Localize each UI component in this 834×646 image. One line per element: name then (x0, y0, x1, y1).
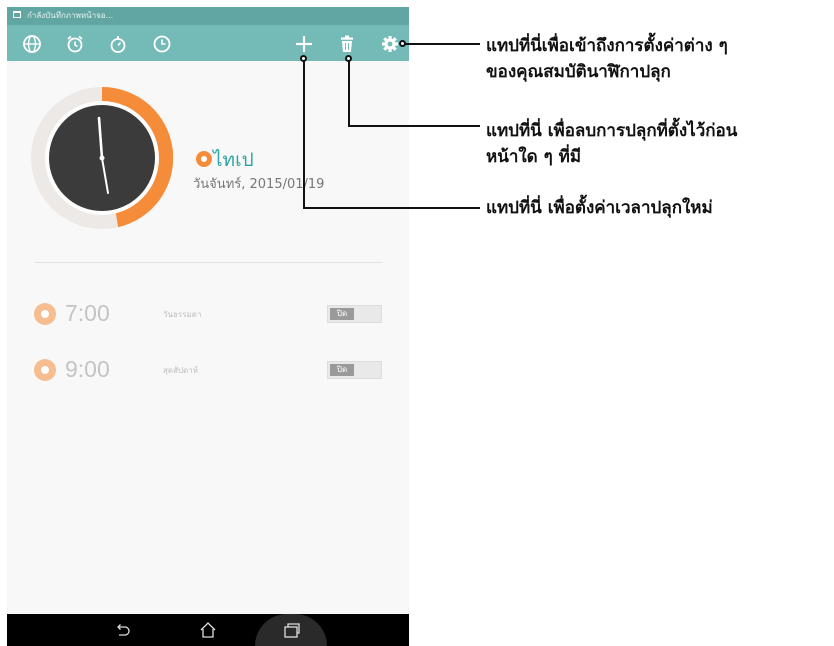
alarm-repeat-label: วันธรรมดา (163, 310, 202, 319)
analog-clock (31, 87, 173, 229)
settings-callout-line-2: ของคุณสมบัตินาฬิกาปลุก (486, 62, 671, 82)
add-callout-dot (300, 55, 307, 62)
timer-icon[interactable] (152, 34, 172, 54)
settings-callout-dot (399, 40, 406, 47)
delete-callout-text: แทปที่นี่ เพื่อลบการปลุกที่ตั้งไว้ก่อน ห… (486, 118, 737, 170)
add-callout-text: แทปที่นี่ เพื่อตั้งค่าเวลาปลุกใหม่ (486, 195, 713, 221)
alarm-time: 7:00 (65, 300, 110, 326)
add-icon[interactable] (294, 34, 314, 54)
delete-icon[interactable] (337, 34, 357, 54)
alarm-item[interactable]: 9:00 สุดสัปดาห์ ปิด (7, 350, 409, 390)
delete-callout-line-2: หน้าใด ๆ ที่มี (486, 147, 582, 167)
world-clock-icon[interactable] (22, 34, 42, 54)
add-callout-line-vertical (303, 59, 305, 208)
screenshot-notification-icon (13, 11, 21, 18)
alarm-item[interactable]: 7:00 วันธรรมดา ปิด (7, 294, 409, 334)
add-callout-line-1: แทปที่นี่ เพื่อตั้งค่าเวลาปลุกใหม่ (486, 198, 713, 218)
divider (35, 262, 383, 263)
status-bar: กำลังบันทึกภาพหน้าจอ... (7, 7, 409, 25)
settings-callout-line (403, 43, 480, 45)
delete-callout-line-vertical (348, 59, 350, 126)
recent-apps-icon[interactable] (282, 620, 302, 640)
settings-icon[interactable] (380, 34, 400, 54)
alarm-icon[interactable] (65, 34, 85, 54)
alarm-repeat-label: สุดสัปดาห์ (163, 366, 198, 375)
toggle-state-label: ปิด (330, 364, 354, 376)
stopwatch-icon[interactable] (108, 34, 128, 54)
daytime-sun-icon (196, 151, 212, 167)
sun-icon (34, 359, 56, 381)
delete-callout-line (348, 125, 480, 127)
delete-callout-dot (345, 55, 352, 62)
add-callout-line (303, 207, 480, 209)
home-icon[interactable] (198, 620, 218, 640)
settings-callout-text: แทปที่นี่เพื่อเข้าถึงการตั้งค่าต่าง ๆ ขอ… (486, 33, 728, 85)
city-name: ไทเป (213, 149, 254, 171)
alarm-toggle[interactable]: ปิด (327, 361, 382, 379)
alarm-toggle[interactable]: ปิด (327, 305, 382, 323)
navigation-bar (7, 614, 409, 646)
back-icon[interactable] (113, 620, 133, 640)
clock-center (99, 155, 105, 161)
settings-callout-line-1: แทปที่นี่เพื่อเข้าถึงการตั้งค่าต่าง ๆ (486, 36, 728, 56)
status-notification-text: กำลังบันทึกภาพหน้าจอ... (27, 11, 114, 20)
alarm-time: 9:00 (65, 356, 110, 382)
sun-icon (34, 303, 56, 325)
toggle-state-label: ปิด (330, 308, 354, 320)
delete-callout-line-1: แทปที่นี่ เพื่อลบการปลุกที่ตั้งไว้ก่อน (486, 121, 738, 141)
